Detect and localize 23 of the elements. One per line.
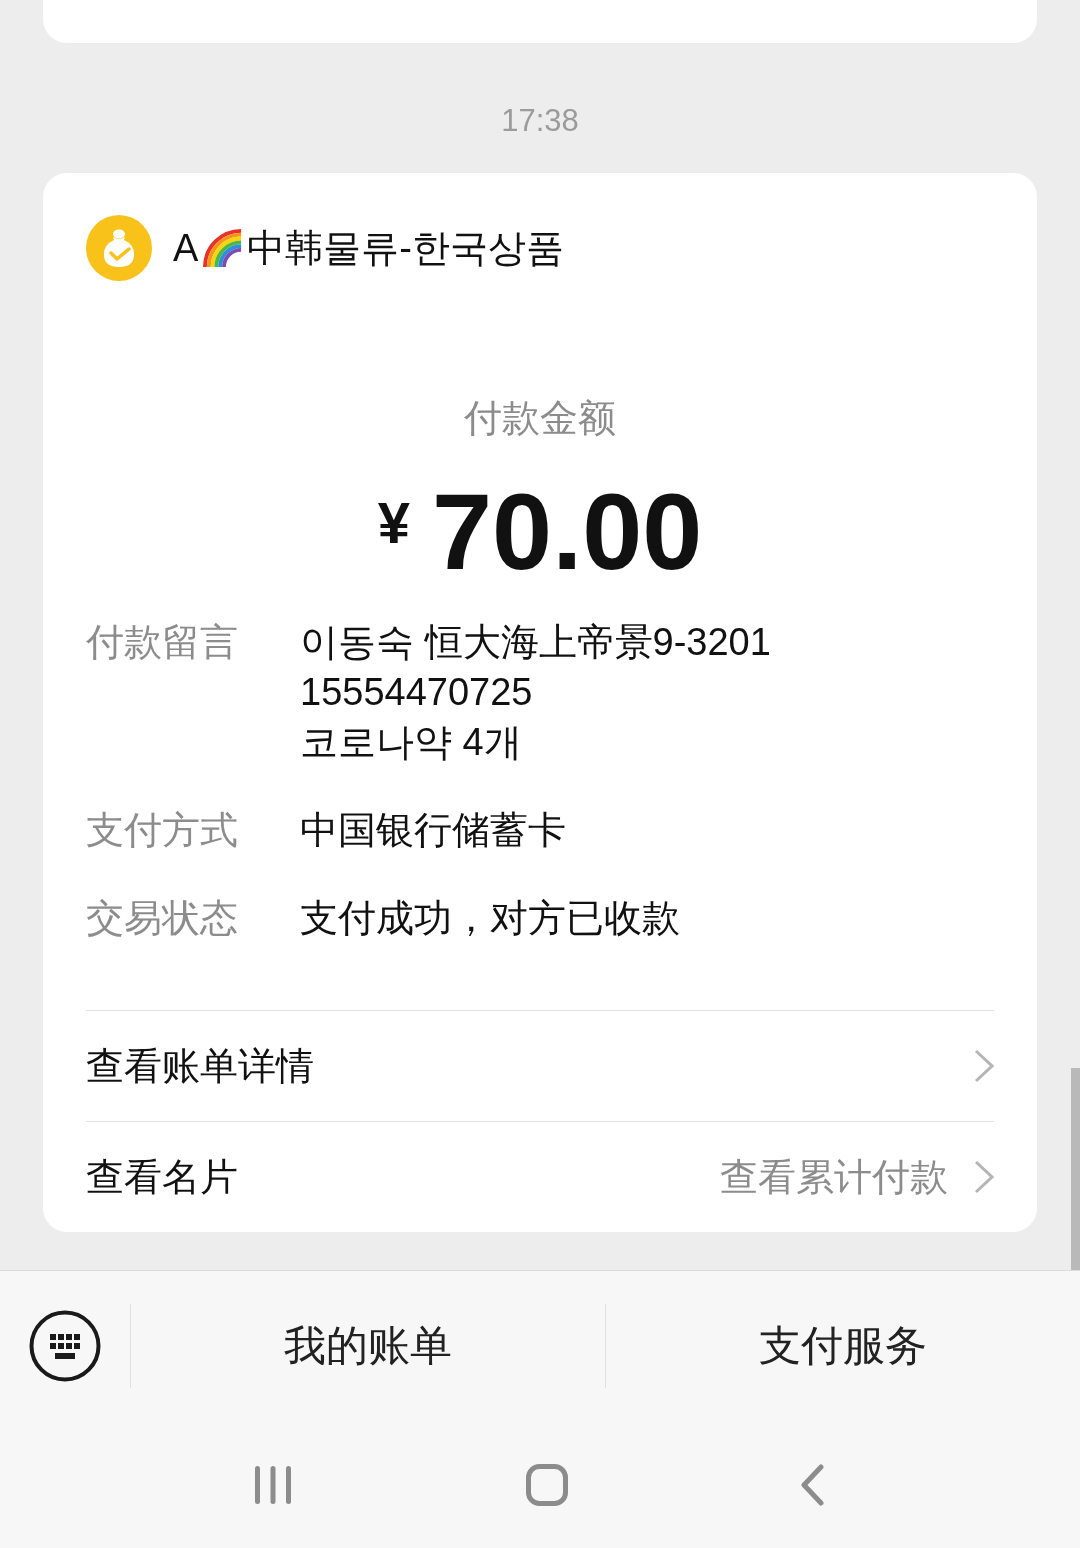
merchant-name: 中韩물류-한국상품 xyxy=(247,226,564,271)
back-icon[interactable] xyxy=(800,1463,824,1506)
currency-symbol: ¥ xyxy=(377,493,410,553)
chevron-right-icon xyxy=(974,1160,994,1194)
detail-value: 支付成功，对方已收款 xyxy=(300,896,680,941)
menu-button[interactable]: 支付服务 xyxy=(759,1319,927,1373)
money-bag-logo-icon xyxy=(86,215,152,281)
timestamp: 17:38 xyxy=(501,102,579,140)
home-icon[interactable] xyxy=(526,1463,568,1506)
menu-button[interactable]: 我的账单 xyxy=(284,1319,452,1373)
payment-amount: 70.00 xyxy=(432,472,703,592)
amount-label: 付款金额 xyxy=(463,396,617,441)
merchant-name: A xyxy=(173,226,199,271)
detail-label: 付款留言 xyxy=(86,620,239,665)
chevron-right-icon xyxy=(974,1049,994,1083)
recent-apps-icon[interactable] xyxy=(252,1463,294,1506)
list-row[interactable]: 查看账单详情 xyxy=(86,1011,994,1121)
detail-value: 中国银行储蓄卡 xyxy=(300,808,566,853)
keyboard-icon[interactable] xyxy=(29,1310,101,1382)
detail-value: 이동숙 恒大海上帝景9-3201 15554470725 코로나약 4개 xyxy=(300,620,771,765)
list-row-link[interactable]: 查看名片 xyxy=(86,1152,238,1202)
detail-label: 支付方式 xyxy=(86,808,239,853)
detail-label: 交易状态 xyxy=(86,896,239,941)
